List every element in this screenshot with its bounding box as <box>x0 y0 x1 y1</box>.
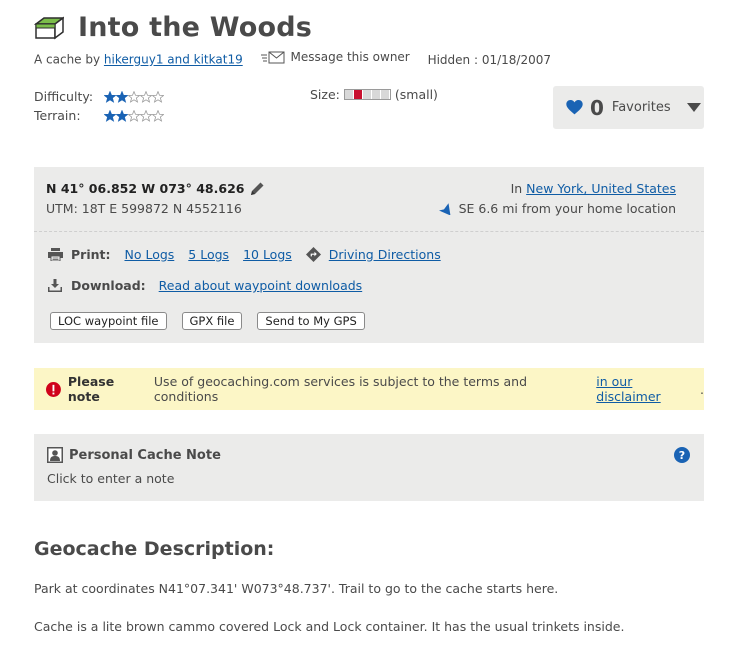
page-title: Into the Woods <box>78 12 313 43</box>
favorites-count: 0 <box>590 95 604 120</box>
coordinates-panel: N 41° 06.852 W 073° 48.626 UTM: 18T E 59… <box>34 167 704 343</box>
byline: A cache by hikerguy1 and kitkat19 Messag… <box>34 50 551 67</box>
printer-icon <box>48 248 63 261</box>
star-icon <box>116 109 128 122</box>
message-owner-label: Message this owner <box>290 50 410 64</box>
loc-waypoint-file-button[interactable]: LOC waypoint file <box>50 312 167 330</box>
title-row: Into the Woods <box>34 12 312 43</box>
svg-text:?: ? <box>679 449 685 462</box>
personal-note-panel: Personal Cache Note Click to enter a not… <box>34 434 704 501</box>
heart-icon <box>566 100 583 115</box>
driving-directions[interactable]: Driving Directions <box>305 247 441 262</box>
notice-text: Use of geocaching.com services is subjec… <box>153 374 528 404</box>
download-icon <box>48 279 62 292</box>
star-icon <box>116 90 128 103</box>
star-icon <box>128 109 140 122</box>
star-icon <box>128 90 140 103</box>
terrain-row: Terrain: <box>34 106 164 125</box>
favorites-label: Favorites <box>611 100 671 115</box>
print-5-logs-link[interactable]: 5 Logs <box>188 247 229 262</box>
download-label: Download: <box>71 278 146 293</box>
print-no-logs-link[interactable]: No Logs <box>124 247 174 262</box>
personal-note-input[interactable]: Click to enter a note <box>47 471 174 486</box>
direction-arrow-icon <box>438 202 451 215</box>
terrain-label: Terrain: <box>34 108 81 123</box>
terrain-stars <box>104 109 164 122</box>
difficulty-label: Difficulty: <box>34 89 94 104</box>
send-to-gps-button[interactable]: Send to My GPS <box>257 312 365 330</box>
personal-note-header: Personal Cache Note <box>47 447 221 463</box>
pencil-icon[interactable] <box>250 181 265 196</box>
traditional-cache-icon <box>34 16 64 39</box>
print-row: Print: No Logs 5 Logs 10 Logs Driving Di… <box>48 247 441 262</box>
location-link[interactable]: New York, United States <box>526 181 676 196</box>
size-bar-icon <box>343 89 391 100</box>
print-10-logs-link[interactable]: 10 Logs <box>243 247 292 262</box>
star-icon <box>104 90 116 103</box>
description-paragraph-1: Park at coordinates N41°07.341' W073°48.… <box>34 581 559 596</box>
disclaimer-link[interactable]: in our disclaimer <box>596 374 700 404</box>
directions-icon <box>305 247 321 262</box>
star-icon <box>152 109 164 122</box>
download-buttons: LOC waypoint file GPX file Send to My GP… <box>50 312 380 330</box>
coordinates-header: N 41° 06.852 W 073° 48.626 UTM: 18T E 59… <box>34 167 704 232</box>
distance-row: SE 6.6 mi from your home location <box>438 201 676 216</box>
size-value: (small) <box>394 87 438 102</box>
download-row: Download: Read about waypoint downloads <box>48 278 362 293</box>
coordinates: N 41° 06.852 W 073° 48.626 <box>46 181 245 196</box>
waypoint-downloads-link[interactable]: Read about waypoint downloads <box>159 278 363 293</box>
coordinates-row: N 41° 06.852 W 073° 48.626 <box>46 181 265 196</box>
gpx-file-button[interactable]: GPX file <box>181 312 243 330</box>
star-icon <box>140 109 152 122</box>
location-row: In New York, United States <box>511 181 676 196</box>
envelope-icon <box>260 51 285 63</box>
description-heading: Geocache Description: <box>34 538 275 560</box>
person-note-icon <box>47 447 63 463</box>
byline-prefix: A cache by <box>34 52 101 67</box>
difficulty-row: Difficulty: <box>34 87 164 106</box>
chevron-down-icon[interactable] <box>686 103 701 112</box>
disclaimer-banner: Please note Use of geocaching.com servic… <box>34 368 704 410</box>
print-label: Print: <box>71 247 111 262</box>
difficulty-stars <box>104 90 164 103</box>
favorites-widget[interactable]: 0 Favorites <box>553 86 704 129</box>
owner-link[interactable]: hikerguy1 and kitkat19 <box>104 53 243 67</box>
utm-coordinates: UTM: 18T E 599872 N 4552116 <box>46 201 242 216</box>
notice-end: . <box>700 381 704 397</box>
location-prefix: In <box>510 181 523 196</box>
distance-text: SE 6.6 mi from your home location <box>458 201 676 216</box>
help-icon[interactable]: ? <box>674 447 690 463</box>
personal-note-title: Personal Cache Note <box>69 447 221 463</box>
hidden-date: Hidden : 01/18/2007 <box>427 52 551 67</box>
star-icon <box>104 109 116 122</box>
message-owner-link[interactable]: Message this owner <box>260 50 410 64</box>
size-row: Size: (small) <box>310 87 438 102</box>
ratings: Difficulty: Terrain: <box>34 87 164 125</box>
star-icon <box>140 90 152 103</box>
alert-icon <box>46 381 61 397</box>
size-label: Size: <box>310 87 340 102</box>
notice-bold: Please note <box>67 374 115 404</box>
description-paragraph-2: Cache is a lite brown cammo covered Lock… <box>34 619 625 634</box>
star-icon <box>152 90 164 103</box>
driving-directions-link[interactable]: Driving Directions <box>329 247 441 262</box>
